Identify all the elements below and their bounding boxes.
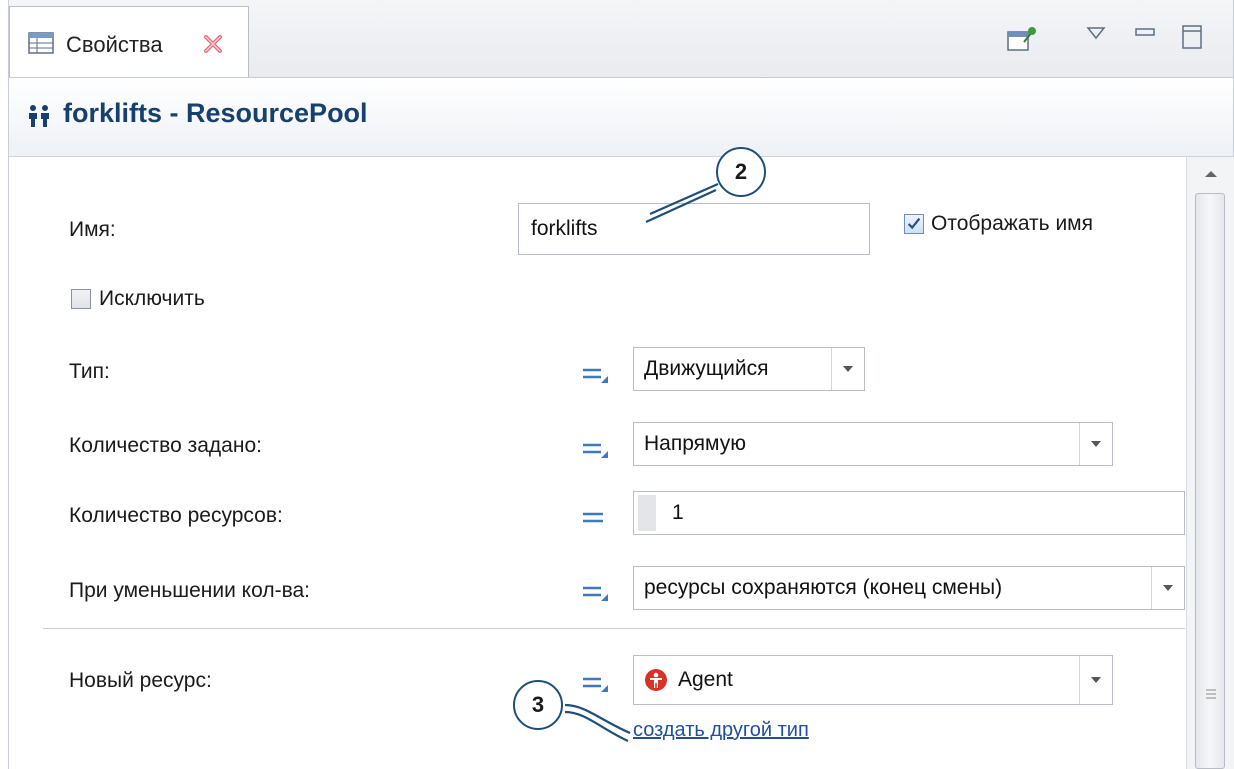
callout-3: 3 — [513, 680, 563, 730]
quantity-defined-label: Количество задано: — [69, 434, 262, 457]
resource-count-value: 1 — [672, 501, 684, 524]
on-decrease-label: При уменьшении кол-ва: — [69, 579, 310, 602]
static-value-icon[interactable] — [581, 438, 609, 460]
exclude-label: Исключить — [99, 287, 205, 310]
static-value-icon[interactable] — [581, 363, 609, 385]
page-title: forklifts - ResourcePool — [63, 98, 368, 128]
close-icon[interactable] — [203, 34, 223, 54]
type-label: Тип: — [69, 360, 110, 383]
exclude-checkbox[interactable] — [71, 289, 91, 309]
properties-header: forklifts - ResourcePool — [9, 78, 1233, 157]
quantity-defined-value: Напрямую — [644, 432, 746, 455]
chevron-down-icon — [1151, 567, 1184, 609]
tab-properties[interactable]: Свойства — [9, 6, 249, 77]
on-decrease-value: ресурсы сохраняются (конец смены) — [644, 576, 1003, 599]
chevron-down-icon — [1079, 423, 1112, 465]
expression-marker — [638, 495, 656, 531]
section-divider — [43, 628, 1185, 629]
static-value-icon[interactable] — [581, 581, 609, 603]
checkmark-icon — [907, 217, 921, 230]
table-icon — [28, 32, 54, 54]
type-select[interactable]: Движущийся — [633, 347, 865, 391]
properties-form: Имя: forklifts Отображать имя Исключить … — [9, 157, 1185, 769]
scroll-up-icon[interactable] — [1201, 167, 1221, 181]
static-value-icon[interactable] — [581, 672, 609, 694]
scroll-thumb[interactable] — [1195, 193, 1225, 769]
properties-panel: Свойства forklifts - ResourcePool Имя: f… — [8, 0, 1234, 769]
tab-label: Свойства — [66, 32, 163, 57]
pin-view-icon[interactable] — [1006, 26, 1038, 52]
create-type-link[interactable]: создать другой тип — [633, 719, 809, 742]
tab-strip: Свойства — [9, 0, 1233, 78]
chevron-down-icon — [1079, 656, 1112, 704]
resource-count-label: Количество ресурсов: — [69, 504, 283, 527]
callout-2: 2 — [716, 147, 766, 197]
view-menu-icon[interactable] — [1086, 26, 1106, 40]
resource-count-input[interactable]: 1 — [633, 491, 1185, 535]
maximize-icon[interactable] — [1181, 24, 1203, 50]
new-resource-label: Новый ресурс: — [69, 669, 212, 692]
name-input[interactable]: forklifts — [518, 203, 870, 255]
agent-icon — [645, 669, 667, 691]
equals-icon — [583, 512, 603, 523]
resource-pool-icon — [29, 105, 49, 127]
on-decrease-select[interactable]: ресурсы сохраняются (конец смены) — [633, 566, 1185, 610]
quantity-defined-select[interactable]: Напрямую — [633, 422, 1113, 466]
new-resource-select[interactable]: Agent — [633, 655, 1113, 705]
show-name-checkbox[interactable] — [904, 214, 924, 234]
vertical-scrollbar[interactable] — [1186, 157, 1234, 769]
name-input-value: forklifts — [531, 217, 598, 240]
type-select-value: Движущийся — [644, 357, 769, 380]
name-label: Имя: — [69, 218, 116, 241]
new-resource-value: Agent — [678, 668, 733, 691]
chevron-down-icon — [831, 348, 864, 390]
minimize-icon[interactable] — [1134, 26, 1156, 40]
grip-icon — [1206, 689, 1216, 699]
show-name-label: Отображать имя — [931, 212, 1093, 235]
